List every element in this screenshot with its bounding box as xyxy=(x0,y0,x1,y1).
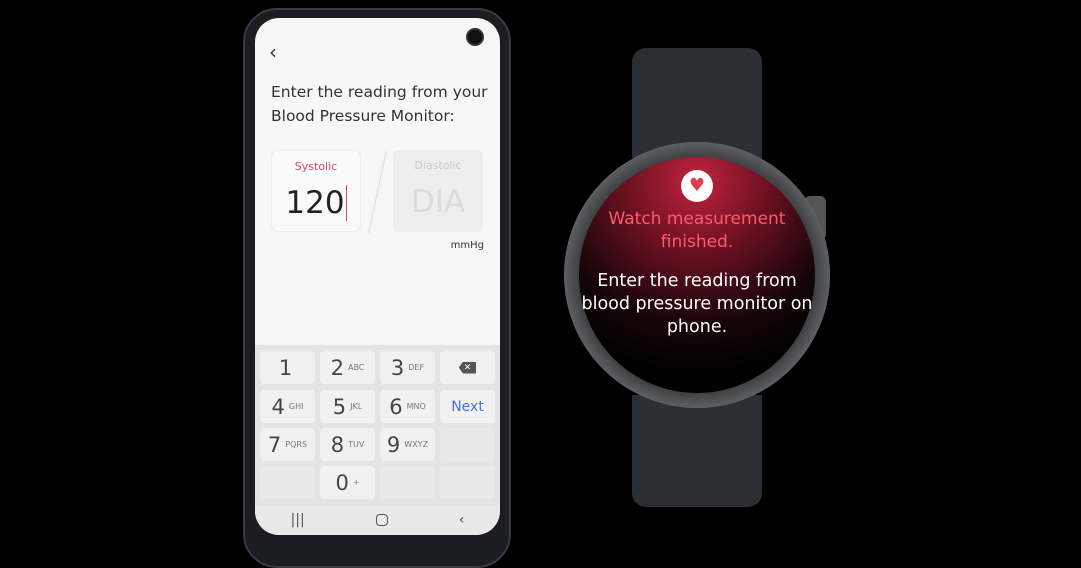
key-digit: 1 xyxy=(278,355,293,380)
key-digit: 5 xyxy=(332,394,347,419)
unit-label: mmHg xyxy=(450,240,484,251)
next-key[interactable]: Next xyxy=(440,390,495,423)
systolic-value: 120 xyxy=(285,185,347,221)
systolic-label: Systolic xyxy=(294,160,338,173)
blank-key xyxy=(260,466,315,499)
watch-band-bottom xyxy=(632,395,762,507)
key-digit: 3 xyxy=(390,355,405,380)
backspace-key[interactable]: ✕ xyxy=(440,351,495,384)
key-1[interactable]: 1 xyxy=(260,351,315,384)
watch-status: Watch measurement finished. xyxy=(608,209,786,252)
blank-key xyxy=(440,466,495,499)
diastolic-field[interactable]: Diastolic DIA xyxy=(393,150,483,232)
key-3[interactable]: 3 DEF xyxy=(380,351,435,384)
key-digit: 7 xyxy=(267,432,282,457)
key-digit: 8 xyxy=(330,432,345,457)
watch-screen: ♥ Watch measurement finished. Enter the … xyxy=(579,157,815,393)
numeric-keypad: ✕ Next 1 2 ABC 3 DEF 4 GHI 5 JKL 6 MNO 7 PQRS 8 TUV 9 WX… xyxy=(255,345,500,505)
key-letters: WXYZ xyxy=(404,440,429,449)
backspace-icon: ✕ xyxy=(458,361,477,374)
key-digit: 2 xyxy=(330,355,344,380)
key-8[interactable]: 8 TUV xyxy=(320,428,375,461)
nav-bar: ||| ‹ xyxy=(255,505,500,535)
key-7[interactable]: 7 PQRS xyxy=(260,428,315,461)
phone-screen: ‹ Enter the reading from your Blood Pres… xyxy=(255,18,500,535)
key-2[interactable]: 2 ABC xyxy=(320,351,375,384)
heart-pulse-icon: ♥ xyxy=(681,170,713,202)
key-0[interactable]: 0 + xyxy=(320,466,375,499)
key-letters: TUV xyxy=(348,440,365,449)
recent-apps-icon[interactable]: ||| xyxy=(291,512,305,528)
key-letters: MNO xyxy=(406,402,426,411)
page-title: Enter the reading from your Blood Pressu… xyxy=(271,83,488,125)
camera xyxy=(466,28,484,46)
key-letters: + xyxy=(352,478,360,487)
key-9[interactable]: 9 WXYZ xyxy=(380,428,435,461)
key-4[interactable]: 4 GHI xyxy=(260,390,315,423)
home-icon[interactable] xyxy=(375,514,388,526)
key-digit: 9 xyxy=(386,432,401,457)
key-letters: PQRS xyxy=(285,440,308,449)
key-letters: GHI xyxy=(288,402,304,411)
diastolic-label: Diastolic xyxy=(414,159,462,172)
blank-key xyxy=(440,428,495,461)
key-digit: 4 xyxy=(271,394,285,419)
back-button[interactable]: ‹ xyxy=(269,40,277,64)
watch-message: Enter the reading from blood pressure mo… xyxy=(581,271,813,337)
divider xyxy=(368,150,387,234)
blank-key xyxy=(380,466,435,499)
systolic-field[interactable]: Systolic 120 xyxy=(271,150,361,232)
key-letters: DEF xyxy=(408,363,425,372)
diastolic-placeholder: DIA xyxy=(410,184,466,220)
key-digit: 6 xyxy=(389,394,403,419)
key-digit: 0 xyxy=(335,470,349,495)
key-6[interactable]: 6 MNO xyxy=(380,390,435,423)
back-nav-icon[interactable]: ‹ xyxy=(459,512,465,528)
key-letters: ABC xyxy=(347,363,365,372)
key-5[interactable]: 5 JKL xyxy=(320,390,375,423)
key-letters: JKL xyxy=(350,402,363,411)
